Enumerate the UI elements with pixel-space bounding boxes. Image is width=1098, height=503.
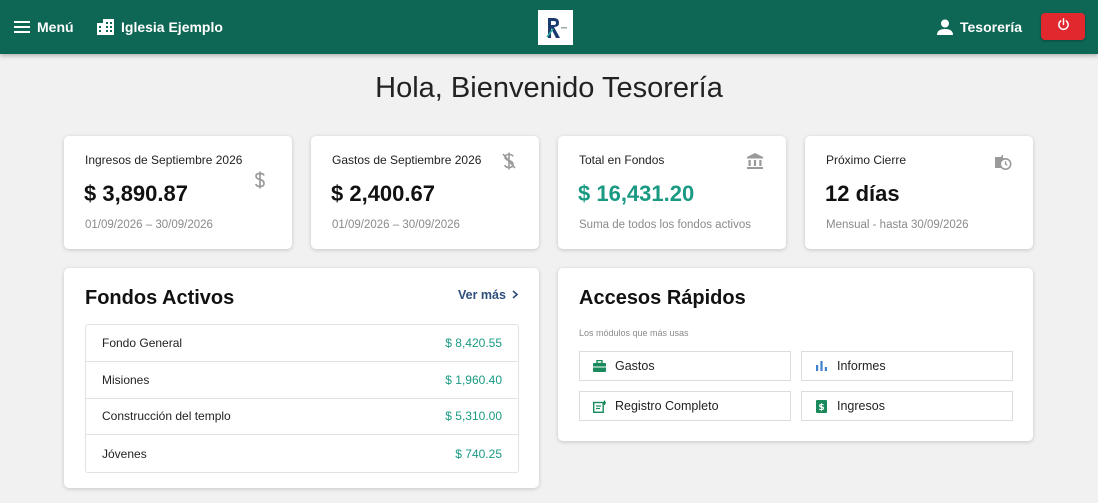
power-icon bbox=[1057, 17, 1070, 36]
church-selector[interactable]: Iglesia Ejemplo bbox=[97, 0, 223, 54]
quick-access-reports-button[interactable]: Informes bbox=[801, 351, 1013, 381]
stat-subtitle: Suma de todos los fondos activos bbox=[579, 219, 751, 231]
user-label: Tesorería bbox=[960, 19, 1022, 35]
chevron-right-icon bbox=[506, 288, 519, 302]
dollar-icon bbox=[250, 170, 270, 190]
fund-name: Construcción del templo bbox=[102, 409, 231, 424]
stat-title: Gastos de Septiembre 2026 bbox=[332, 153, 482, 167]
building-icon bbox=[97, 19, 114, 35]
bank-icon bbox=[745, 151, 765, 171]
stat-subtitle: 01/09/2026 – 30/09/2026 bbox=[332, 219, 460, 231]
fund-amount: $ 5,310.00 bbox=[445, 409, 502, 424]
church-name: Iglesia Ejemplo bbox=[121, 19, 223, 35]
panel-subtitle: Los módulos que más usas bbox=[579, 328, 689, 338]
panel-title: Accesos Rápidos bbox=[579, 287, 746, 309]
stat-value: $ 2,400.67 bbox=[331, 181, 435, 206]
quick-access-full-record-button[interactable]: Registro Completo bbox=[579, 391, 791, 421]
stat-card-expenses: Gastos de Septiembre 2026 $ 2,400.67 01/… bbox=[311, 136, 539, 249]
fund-amount: $ 1,960.40 bbox=[445, 372, 502, 387]
quick-access-label: Ingresos bbox=[837, 399, 885, 413]
stat-subtitle: 01/09/2026 – 30/09/2026 bbox=[85, 219, 213, 231]
fund-name: Jóvenes bbox=[102, 446, 147, 461]
stat-title: Total en Fondos bbox=[579, 153, 665, 167]
app-logo[interactable] bbox=[538, 10, 573, 45]
stat-subtitle: Mensual - hasta 30/09/2026 bbox=[826, 219, 969, 231]
stat-value: $ 16,431.20 bbox=[578, 181, 695, 206]
money-icon: $ bbox=[814, 399, 828, 413]
person-icon bbox=[937, 19, 953, 35]
panel-title: Fondos Activos bbox=[85, 287, 235, 309]
fund-amount: $ 740.25 bbox=[455, 446, 502, 461]
stat-title: Próximo Cierre bbox=[826, 153, 907, 167]
fund-row[interactable]: Jóvenes $ 740.25 bbox=[86, 435, 518, 472]
briefcase-icon bbox=[592, 359, 606, 373]
quick-access-panel: Accesos Rápidos Los módulos que más usas… bbox=[558, 268, 1033, 441]
stat-title: Ingresos de Septiembre 2026 bbox=[85, 153, 243, 167]
stat-value: 12 días bbox=[825, 181, 900, 206]
menu-button[interactable]: Menú bbox=[14, 0, 74, 54]
fund-row[interactable]: Construcción del templo $ 5,310.00 bbox=[86, 399, 518, 436]
quick-access-label: Informes bbox=[837, 359, 886, 373]
quick-access-expenses-button[interactable]: Gastos bbox=[579, 351, 791, 381]
welcome-heading: Hola, Bienvenido Tesorería bbox=[375, 72, 723, 104]
money-off-icon bbox=[499, 151, 519, 171]
user-menu-button[interactable]: Tesorería bbox=[937, 0, 1022, 54]
top-app-bar: Menú Iglesia Ejemplo Tesorería bbox=[0, 0, 1098, 54]
hamburger-icon bbox=[14, 21, 30, 33]
quick-access-label: Gastos bbox=[615, 359, 655, 373]
stat-card-total-funds: Total en Fondos $ 16,431.20 Suma de todo… bbox=[558, 136, 786, 249]
bar-chart-icon bbox=[814, 359, 828, 373]
edit-note-icon bbox=[592, 399, 606, 413]
logout-button[interactable] bbox=[1041, 13, 1085, 40]
stat-value: $ 3,890.87 bbox=[84, 181, 188, 206]
fund-row[interactable]: Fondo General $ 8,420.55 bbox=[86, 325, 518, 362]
fund-amount: $ 8,420.55 bbox=[445, 335, 502, 350]
see-more-link[interactable]: Ver más bbox=[458, 288, 519, 302]
stat-card-income: Ingresos de Septiembre 2026 $ 3,890.87 0… bbox=[64, 136, 292, 249]
quick-access-income-button[interactable]: $ Ingresos bbox=[801, 391, 1013, 421]
quick-access-label: Registro Completo bbox=[615, 399, 719, 413]
fund-name: Fondo General bbox=[102, 335, 183, 350]
fund-row[interactable]: Misiones $ 1,960.40 bbox=[86, 362, 518, 399]
svg-text:$: $ bbox=[818, 403, 824, 413]
fund-name: Misiones bbox=[102, 372, 150, 387]
fund-list: Fondo General $ 8,420.55 Misiones $ 1,96… bbox=[85, 324, 519, 473]
see-more-label: Ver más bbox=[458, 288, 506, 302]
active-funds-panel: Fondos Activos Ver más Fondo General $ 8… bbox=[64, 268, 539, 488]
clock-icon bbox=[992, 152, 1012, 172]
stat-card-next-close: Próximo Cierre 12 días Mensual - hasta 3… bbox=[805, 136, 1033, 249]
menu-label: Menú bbox=[37, 19, 74, 35]
